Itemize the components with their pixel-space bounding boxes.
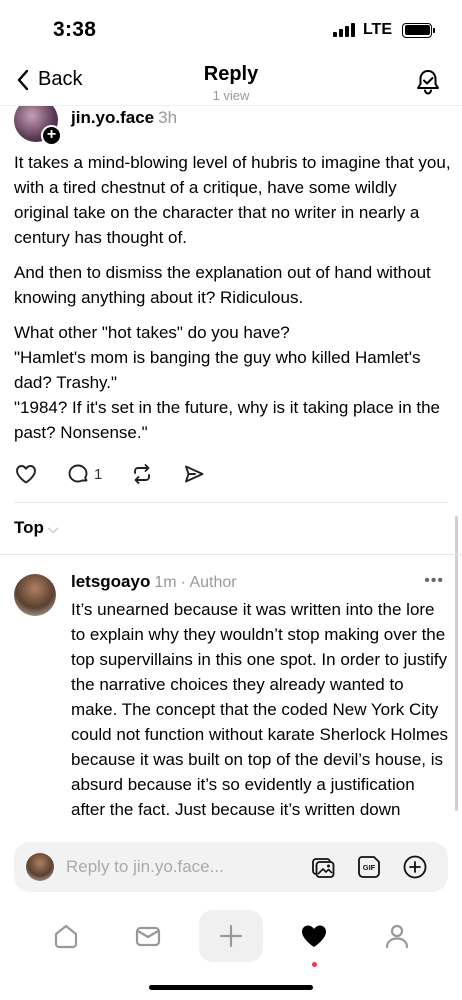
post-time: 3h (158, 108, 178, 127)
share-button[interactable] (182, 462, 206, 486)
tab-profile[interactable] (365, 910, 429, 962)
header: Back Reply 1 view (0, 56, 462, 106)
reply-composer: GIF (14, 842, 448, 892)
post-actions: 1 (14, 462, 206, 486)
sort-label: Top (14, 518, 44, 537)
send-icon (185, 465, 204, 483)
follow-plus-icon[interactable]: + (41, 125, 62, 146)
tab-home[interactable] (34, 910, 98, 962)
post-paragraph: What other "hot takes" do you have? (14, 323, 290, 342)
comment-button[interactable]: 1 (66, 462, 102, 486)
chevron-down-icon: ⌵ (47, 519, 59, 536)
post-username[interactable]: jin.yo.face (71, 108, 154, 127)
divider (0, 554, 462, 555)
bell-check-icon[interactable] (414, 68, 442, 96)
divider (14, 502, 448, 503)
signal-icon (332, 23, 355, 37)
post-paragraph: It takes a mind-blowing level of hubris … (14, 153, 451, 247)
inbox-icon (135, 926, 161, 947)
plus-circle-icon[interactable] (402, 854, 428, 880)
tab-compose[interactable] (199, 910, 263, 962)
page-title: Reply (203, 63, 259, 85)
comment-username[interactable]: letsgoayo (71, 572, 150, 591)
gif-icon[interactable]: GIF (356, 854, 382, 880)
status-time: 3:38 (53, 18, 97, 41)
heart-icon (16, 465, 36, 484)
more-options-icon[interactable]: ••• (424, 572, 444, 590)
person-icon (385, 924, 409, 949)
home-indicator[interactable] (149, 985, 313, 990)
my-avatar (26, 853, 54, 881)
post-paragraph: "Hamlet's mom is banging the guy who kil… (14, 348, 421, 392)
reply-count: 1 (94, 465, 103, 483)
status-bar: 3:38 LTE (0, 0, 462, 56)
repost-icon (134, 464, 151, 484)
network-label: LTE (362, 21, 392, 38)
view-count: 1 view (212, 88, 250, 103)
comment-avatar[interactable] (14, 574, 56, 616)
heart-filled-icon (302, 925, 326, 947)
repost-button[interactable] (130, 462, 154, 486)
scrollbar[interactable] (455, 516, 458, 811)
post-author[interactable]: jin.yo.face 3h (71, 108, 177, 128)
post-paragraph: "1984? If it's set in the future, why is… (14, 398, 441, 442)
notification-dot (312, 962, 317, 967)
comment-time: 1m (154, 574, 177, 591)
post-paragraph: And then to dismiss the explanation out … (14, 263, 431, 307)
sort-dropdown[interactable]: Top ⌵ (14, 518, 59, 538)
post-body: It takes a mind-blowing level of hubris … (14, 150, 452, 445)
author-badge: · Author (180, 574, 237, 591)
battery-icon (402, 22, 435, 38)
plus-icon (219, 924, 243, 948)
svg-text:GIF: GIF (363, 863, 376, 872)
status-indicators: LTE (332, 21, 435, 39)
tab-inbox[interactable] (116, 910, 180, 962)
comment-header: letsgoayo 1m · Author (71, 572, 237, 592)
tab-activity[interactable] (282, 910, 346, 962)
image-icon[interactable] (310, 854, 336, 880)
comment-bubble-icon (68, 464, 88, 483)
reply-input[interactable] (66, 852, 286, 882)
comment-body: It’s unearned because it was written int… (71, 600, 449, 819)
tab-bar (0, 905, 462, 969)
like-button[interactable] (14, 462, 38, 486)
home-icon (54, 924, 78, 949)
